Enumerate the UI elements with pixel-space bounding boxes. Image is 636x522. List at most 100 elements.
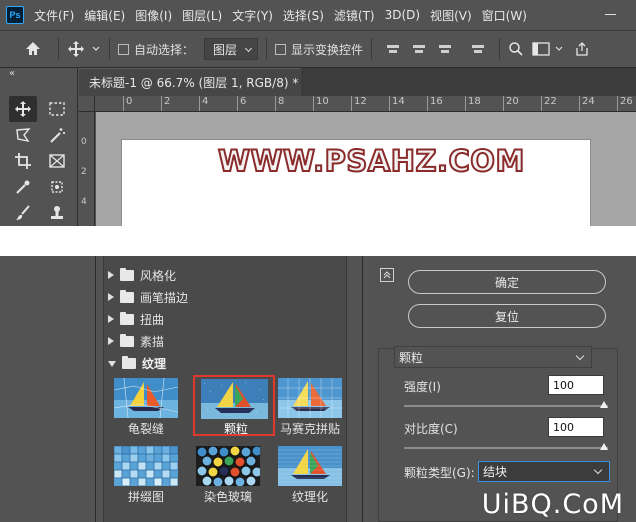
ruler-origin[interactable]: [79, 96, 95, 112]
crop-tool-button[interactable]: [9, 148, 37, 174]
grain-type-dropdown[interactable]: 结块: [478, 461, 610, 482]
horizontal-ruler[interactable]: 0 2 4 6 8 10 12 14 16 18 20 22 24 26: [95, 96, 636, 112]
healing-icon: [51, 181, 63, 193]
distribute-icon[interactable]: [470, 41, 486, 57]
menu-select[interactable]: 选择(S): [283, 7, 324, 24]
contrast-slider-handle[interactable]: [600, 443, 608, 450]
separator: [109, 38, 110, 60]
workspace-icon[interactable]: [532, 41, 550, 57]
menu-edit[interactable]: 编辑(E): [84, 7, 125, 24]
ok-button[interactable]: 确定: [408, 270, 606, 294]
menu-view[interactable]: 视图(V): [430, 7, 472, 24]
share-icon[interactable]: [574, 41, 590, 57]
filter-gallery-dialog: 风格化 画笔描边 扭曲 素描 纹理 龟裂缝 颗粒 马赛克拼贴 拼缀图 染色玻璃 …: [0, 256, 636, 522]
chevron-down-icon[interactable]: [91, 44, 101, 54]
filter-type-dropdown[interactable]: 颗粒: [394, 346, 592, 368]
ruler-tick-label: 22: [541, 96, 557, 111]
collapse-panel-icon[interactable]: «: [9, 68, 15, 79]
folder-icon: [120, 311, 134, 325]
contrast-slider-track[interactable]: [404, 447, 608, 449]
align-left-icon[interactable]: [385, 41, 401, 57]
menu-image[interactable]: 图像(I): [135, 7, 172, 24]
contrast-label: 对比度(C): [404, 422, 458, 436]
chevron-down-icon[interactable]: [554, 44, 564, 54]
menu-layer[interactable]: 图层(L): [182, 7, 222, 24]
align-right-icon[interactable]: [437, 41, 453, 57]
filter-thumb-grain[interactable]: 颗粒: [193, 375, 275, 436]
category-brush-strokes[interactable]: 画笔描边: [108, 286, 188, 308]
ruler-tick-label: 4: [199, 96, 208, 111]
intensity-label: 强度(I): [404, 380, 441, 394]
filter-thumb-patchwork[interactable]: 拼缀图: [112, 444, 180, 504]
grain-type-label: 颗粒类型(G):: [404, 466, 475, 480]
intensity-slider-track[interactable]: [404, 405, 608, 407]
ruler-tick-label: 4: [81, 197, 87, 207]
filter-thumb-label: 拼缀图: [127, 490, 164, 504]
ruler-tick-label: 10: [313, 96, 329, 111]
vertical-ruler[interactable]: 0 2 4: [79, 112, 95, 226]
contrast-input[interactable]: 100: [548, 417, 604, 437]
clone-stamp-icon: [51, 206, 63, 219]
ruler-tick-label: 14: [389, 96, 405, 111]
folder-icon: [120, 289, 134, 303]
menu-file[interactable]: 文件(F): [34, 7, 74, 24]
menu-filter[interactable]: 滤镜(T): [334, 7, 375, 24]
ruler-tick-label: 26: [617, 96, 633, 111]
rectangular-marquee-icon: [49, 102, 65, 116]
expand-arrow-icon[interactable]: [108, 271, 114, 279]
collapse-arrow-icon[interactable]: [108, 361, 116, 367]
align-center-icon[interactable]: [411, 41, 427, 57]
intensity-slider-handle[interactable]: [600, 401, 608, 408]
eyedropper-icon: [16, 180, 30, 194]
lasso-tool-button[interactable]: [9, 122, 37, 148]
category-distort[interactable]: 扭曲: [108, 308, 164, 330]
move-tool-button[interactable]: [9, 96, 37, 122]
filter-preview-area[interactable]: [0, 256, 96, 522]
lasso-icon: [16, 128, 31, 143]
menu-window[interactable]: 窗口(W): [482, 7, 527, 24]
expand-arrow-icon[interactable]: [108, 315, 114, 323]
grain-preview-image: [201, 379, 268, 419]
brush-tool-button[interactable]: [9, 200, 37, 226]
filter-thumb-stained-glass[interactable]: 染色玻璃: [194, 444, 262, 504]
search-icon[interactable]: [508, 41, 524, 57]
filter-thumb-mosaic-tiles[interactable]: 马赛克拼贴: [276, 376, 344, 436]
auto-select-target-dropdown[interactable]: 图层: [204, 38, 259, 60]
reset-button[interactable]: 复位: [408, 304, 606, 328]
minimize-icon[interactable]: [598, 4, 622, 26]
menu-3d[interactable]: 3D(D): [385, 8, 420, 22]
magic-wand-tool-button[interactable]: [43, 122, 71, 148]
magic-wand-icon: [50, 128, 65, 143]
category-stylize[interactable]: 风格化: [108, 264, 176, 286]
category-label: 素描: [140, 334, 165, 349]
ruler-tick-label: 0: [81, 137, 87, 147]
folder-icon: [120, 267, 134, 281]
category-sketch[interactable]: 素描: [108, 330, 164, 352]
stamp-tool-button[interactable]: [43, 200, 71, 226]
filter-thumb-label: 龟裂缝: [127, 422, 164, 436]
document-tab[interactable]: 未标题-1 @ 66.7% (图层 1, RGB/8) * ×: [79, 68, 314, 96]
mosaic-tiles-preview-image: [278, 378, 342, 418]
menu-type[interactable]: 文字(Y): [232, 7, 273, 24]
filter-thumb-label: 颗粒: [223, 422, 248, 436]
move-tool-icon[interactable]: [67, 40, 85, 58]
intensity-input[interactable]: 100: [548, 375, 604, 395]
photoshop-window: Ps 文件(F) 编辑(E) 图像(I) 图层(L) 文字(Y) 选择(S) 滤…: [0, 0, 636, 226]
expand-arrow-icon[interactable]: [108, 293, 114, 301]
eyedropper-tool-button[interactable]: [9, 174, 37, 200]
category-texture[interactable]: 纹理: [108, 352, 166, 374]
expand-arrow-icon[interactable]: [108, 337, 114, 345]
filter-thumb-texturizer[interactable]: 纹理化: [276, 444, 344, 504]
auto-select-checkbox[interactable]: [118, 43, 129, 55]
category-label: 风格化: [140, 268, 177, 283]
home-icon[interactable]: [24, 40, 42, 58]
marquee-tool-button[interactable]: [43, 96, 71, 122]
category-label: 扭曲: [140, 312, 165, 327]
spot-healing-tool-button[interactable]: [43, 174, 71, 200]
canvas-text-layer[interactable]: WWW.PSAHZ.COM: [217, 143, 525, 179]
frame-tool-button[interactable]: [43, 148, 71, 174]
canvas-area[interactable]: WWW.PSAHZ.COM: [96, 112, 636, 226]
filter-thumb-craquelure[interactable]: 龟裂缝: [112, 376, 180, 436]
collapse-gallery-button[interactable]: [380, 268, 394, 282]
show-transform-checkbox[interactable]: [275, 43, 287, 55]
